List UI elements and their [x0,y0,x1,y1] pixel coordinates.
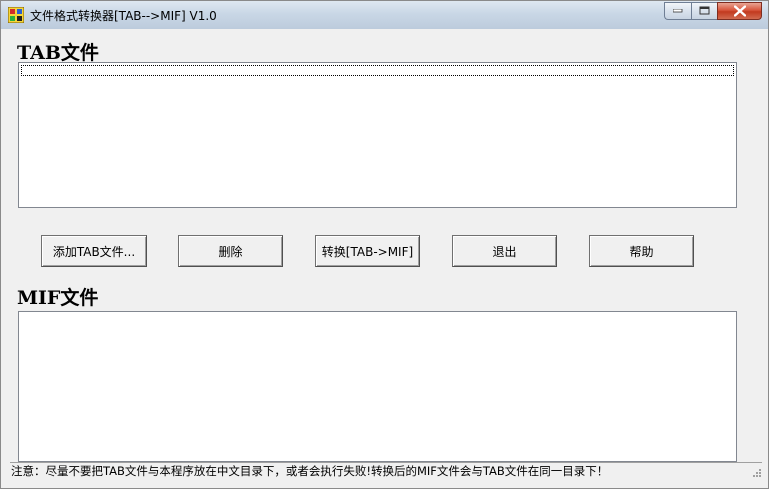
close-icon [733,5,746,17]
tab-file-list[interactable] [18,62,737,208]
minimize-icon [673,9,683,13]
window-title: 文件格式转换器[TAB-->MIF] V1.0 [30,9,217,23]
help-button[interactable]: 帮助 [589,235,694,267]
close-button[interactable] [717,2,762,20]
app-logo-icon[interactable] [7,6,25,24]
minimize-button[interactable] [664,2,691,20]
mif-file-list[interactable] [18,311,737,462]
maximize-icon [699,6,709,15]
delete-button[interactable]: 删除 [178,235,283,267]
tab-files-label: TAB文件 [17,42,99,64]
app-window: 文件格式转换器[TAB-->MIF] V1.0 TAB文件 添加TAB文件...… [0,0,769,489]
list-focus-row[interactable] [21,65,734,76]
maximize-button[interactable] [691,2,717,20]
status-bar: 注意：尽量不要把TAB文件与本程序放在中文目录下，或者会执行失败!转换后的MIF… [10,462,762,481]
resize-grip-icon[interactable] [750,468,762,480]
title-bar[interactable]: 文件格式转换器[TAB-->MIF] V1.0 [1,1,768,29]
add-tab-file-button[interactable]: 添加TAB文件... [41,235,147,267]
convert-button[interactable]: 转换[TAB->MIF] [315,235,420,267]
caption-buttons [664,2,762,21]
exit-button[interactable]: 退出 [452,235,557,267]
mif-files-label: MIF文件 [17,287,99,309]
